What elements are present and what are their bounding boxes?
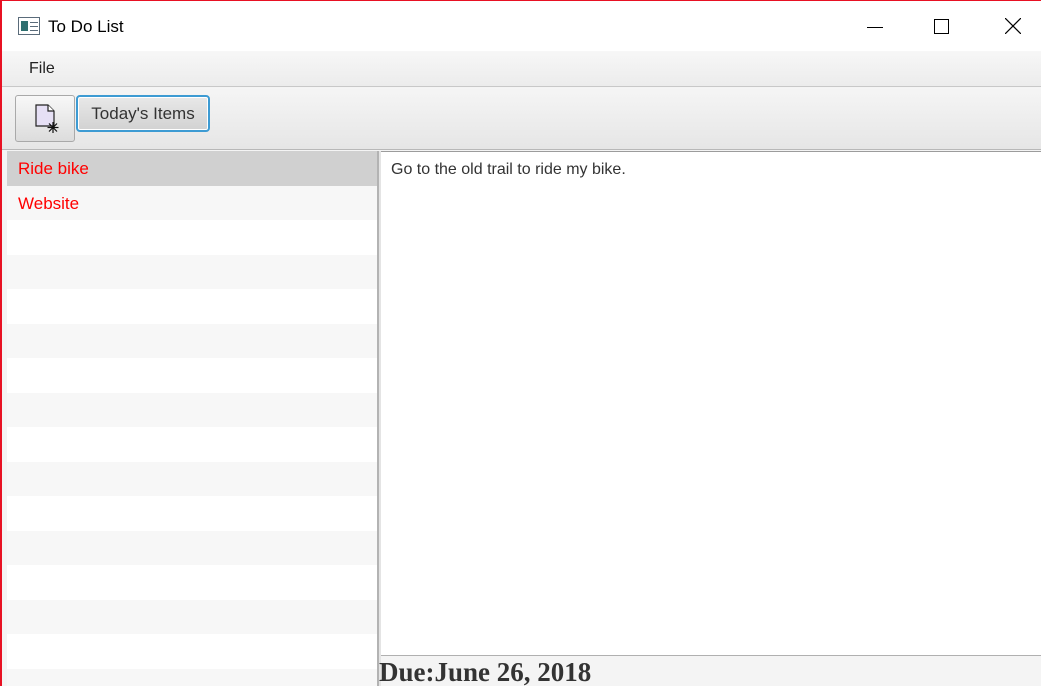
empty-list-row [7,427,377,462]
new-document-icon [35,104,59,133]
close-button[interactable] [990,1,1036,51]
maximize-icon [934,19,949,34]
empty-list-row [7,530,377,565]
menu-bar: File [2,51,1041,87]
app-window: To Do List File Today's Items Ride bike … [0,0,1041,686]
close-icon [1005,18,1021,34]
empty-list-row [7,358,377,393]
minimize-icon [867,27,883,28]
list-item[interactable]: Ride bike [7,151,377,186]
empty-list-row [7,634,377,669]
empty-list-row [7,254,377,289]
list-item[interactable]: Website [7,185,377,220]
minimize-button[interactable] [852,1,898,51]
item-description: Go to the old trail to ride my bike. [391,161,626,178]
due-date-value: June 26, 2018 [434,657,592,686]
maximize-button[interactable] [918,1,964,51]
empty-list-row [7,289,377,324]
empty-list-row [7,496,377,531]
empty-list-row [7,599,377,634]
empty-list-row [7,461,377,496]
toolbar: Today's Items [2,88,1041,150]
todays-items-toggle[interactable]: Today's Items [76,95,210,132]
list-item-label: Ride bike [18,159,89,178]
window-title: To Do List [48,17,124,36]
app-icon [18,17,40,35]
empty-list-row [7,323,377,358]
todo-list[interactable]: Ride bike Website [7,151,378,686]
empty-list-row [7,668,377,686]
list-item-label: Website [18,193,80,213]
due-date-label: Due:June 26, 2018 [379,657,591,686]
empty-list-row [7,565,377,600]
due-date-bar: Due:June 26, 2018 [379,656,1041,686]
empty-list-row [7,392,377,427]
title-bar[interactable]: To Do List [2,1,1041,51]
item-details-textarea[interactable]: Go to the old trail to ride my bike. [381,151,1041,656]
menu-file[interactable]: File [29,60,55,78]
due-prefix: Due: [379,657,435,686]
new-item-button[interactable] [15,95,75,142]
empty-list-row [7,220,377,255]
